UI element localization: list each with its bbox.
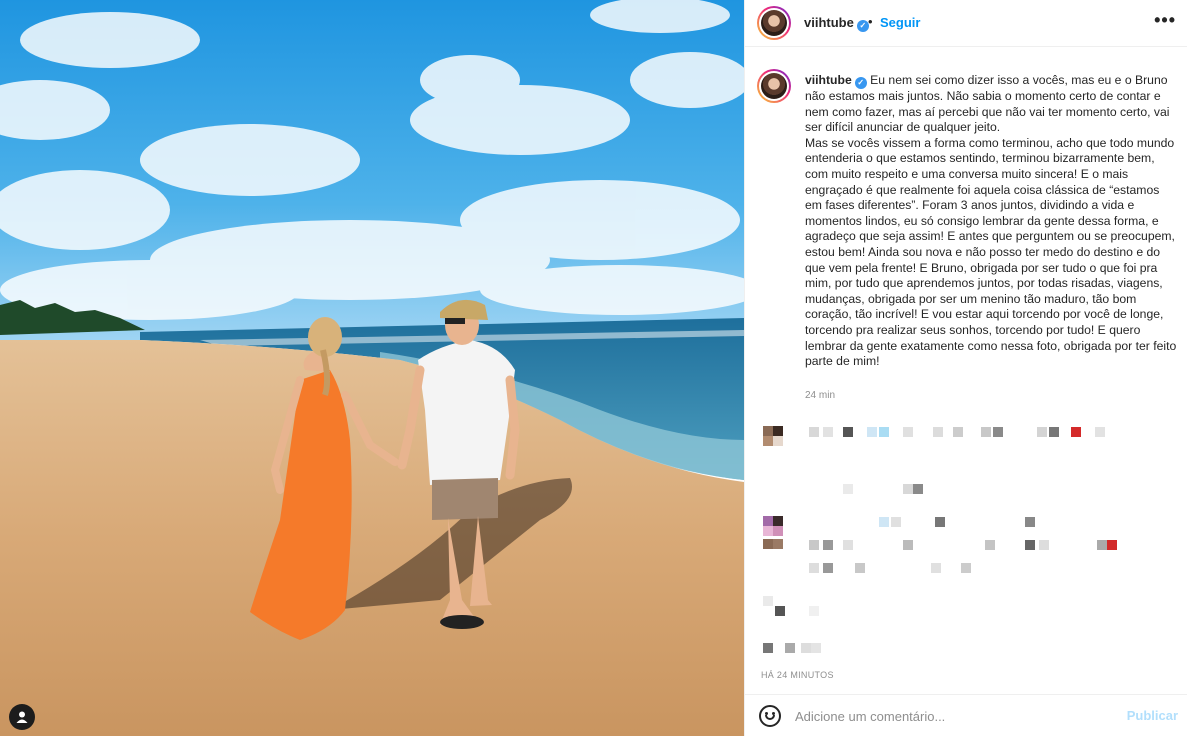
smiley-icon[interactable] xyxy=(759,705,781,727)
caption-text: viihtube ✓ Eu nem sei como dizer isso a v… xyxy=(805,73,1177,370)
caption-avatar[interactable] xyxy=(757,69,791,103)
separator-dot: • xyxy=(868,14,873,29)
posted-time[interactable]: HÁ 24 MINUTOS xyxy=(761,670,834,680)
pixelated-comments xyxy=(745,418,1187,658)
post-photo[interactable] xyxy=(0,0,744,736)
publish-button[interactable]: Publicar xyxy=(1127,708,1178,723)
header-username[interactable]: viihtube ✓ xyxy=(804,15,869,32)
person-icon xyxy=(16,711,28,723)
ellipsis-icon[interactable]: ••• xyxy=(1154,10,1176,31)
post-header: viihtube ✓ • Seguir ••• xyxy=(745,0,1187,47)
caption-username[interactable]: viihtube ✓ xyxy=(805,73,867,89)
post-side-panel: viihtube ✓ • Seguir ••• viihtube ✓ Eu nem … xyxy=(744,0,1187,736)
follow-button[interactable]: Seguir xyxy=(880,15,920,30)
user-tag-icon[interactable] xyxy=(9,704,35,730)
avatar[interactable] xyxy=(757,6,791,40)
caption-timestamp[interactable]: 24 min xyxy=(805,390,835,401)
comment-bar: Publicar xyxy=(745,694,1187,736)
verified-badge-icon: ✓ xyxy=(854,77,867,89)
beach-couple-image xyxy=(0,0,744,736)
comment-input[interactable] xyxy=(795,705,1115,727)
caption-body: Eu nem sei como dizer isso a vocês, mas … xyxy=(805,73,1177,369)
